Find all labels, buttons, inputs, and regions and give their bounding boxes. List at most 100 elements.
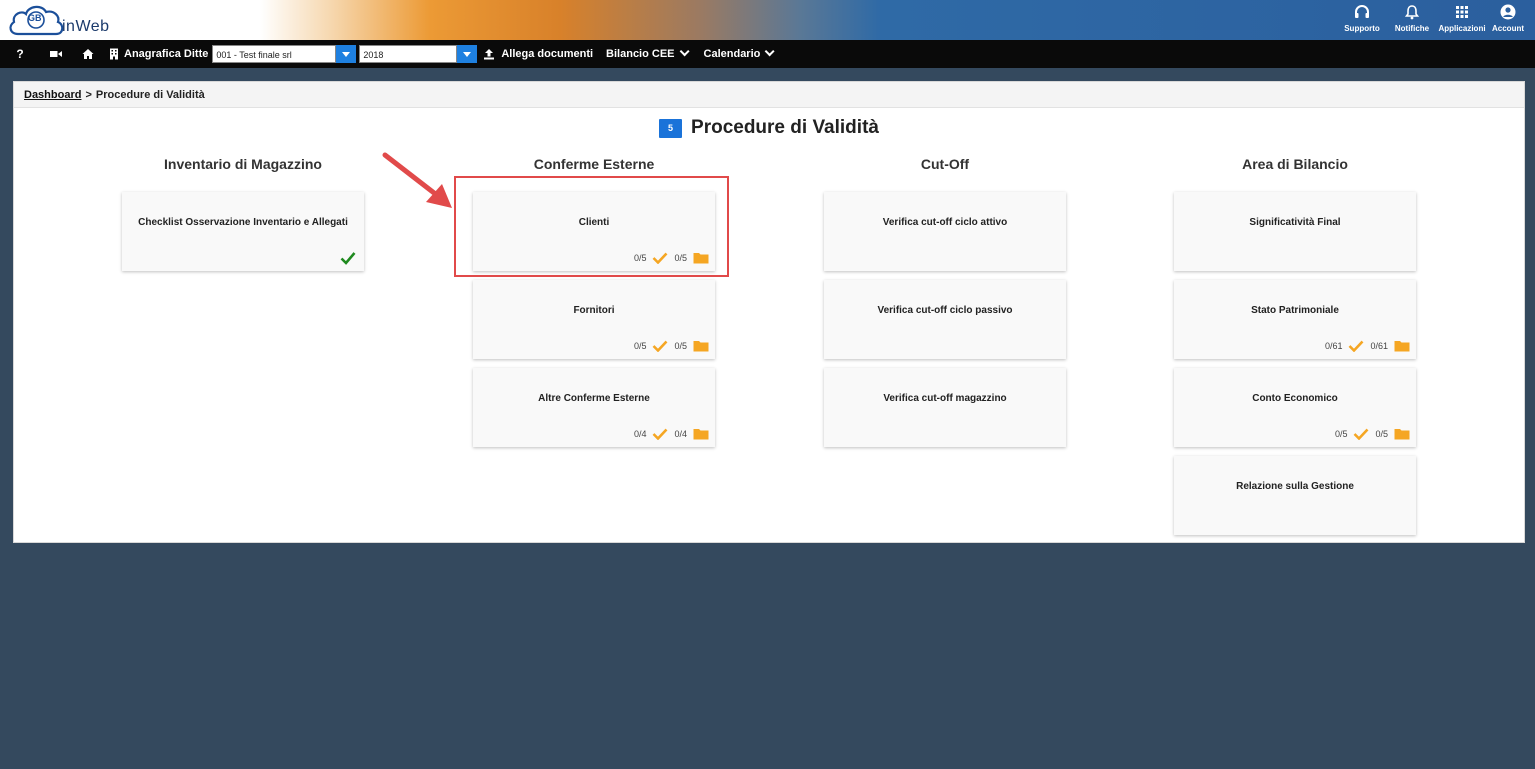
support-button[interactable]: Supporto [1337,4,1387,33]
logo-mark: GB [28,13,42,23]
card-relazione-gestione[interactable]: Relazione sulla Gestione [1174,456,1416,535]
card-title: Altre Conferme Esterne [538,393,650,404]
bilancio-cee-label: Bilancio CEE [606,48,675,60]
card-clienti[interactable]: Clienti 0/5 0/5 [473,192,715,271]
check-icon [1349,340,1364,352]
navbar: ? Anagrafica Ditte 001 - Test finale srl… [0,40,1535,68]
bilancio-cee-menu[interactable]: Bilancio CEE [606,46,690,60]
check-icon [653,428,668,440]
card-title: Relazione sulla Gestione [1236,481,1354,492]
building-icon [104,40,124,68]
check-icon [1354,428,1369,440]
chevron-down-icon [679,46,690,57]
done-count: 0/5 [633,341,647,351]
year-select[interactable]: 2018 [359,45,478,63]
upload-icon [477,40,501,68]
card-conto-economico[interactable]: Conto Economico 0/5 0/5 [1174,368,1416,447]
anagrafica-ditte-link[interactable]: Anagrafica Ditte [124,48,208,60]
complete-check-icon [340,252,356,265]
column-title: Conferme Esterne [533,156,655,172]
done-count: 0/61 [1324,341,1343,351]
company-select[interactable]: 001 - Test finale srl [212,45,357,63]
video-button[interactable] [40,40,72,68]
help-label: ? [16,47,24,61]
card-checklist-inventario[interactable]: Checklist Osservazione Inventario e Alle… [122,192,364,271]
card-stats: 0/61 0/61 [1325,340,1410,352]
done-count: 0/4 [633,429,647,439]
card-title: Stato Patrimoniale [1251,305,1339,316]
procedure-count-badge: 5 [659,118,683,138]
done-count: 0/5 [633,253,647,263]
video-camera-icon [50,51,62,57]
card-altre-conferme[interactable]: Altre Conferme Esterne 0/4 0/4 [473,368,715,447]
card-cutoff-attivo[interactable]: Verifica cut-off ciclo attivo [824,192,1066,271]
breadcrumb-dashboard-link[interactable]: Dashboard [24,89,81,101]
annotation-arrow-icon [382,152,452,208]
card-title: Conto Economico [1252,393,1338,404]
folder-icon [693,429,709,440]
card-cutoff-passivo[interactable]: Verifica cut-off ciclo passivo [824,280,1066,359]
notifications-label: Notifiche [1394,24,1430,33]
top-banner: GB inWeb Supporto Notifiche Applicazioni… [0,0,1535,40]
year-select-value: 2018 [359,45,458,63]
files-count: 0/61 [1370,341,1388,351]
card-title: Verifica cut-off magazzino [883,393,1007,404]
notifications-button[interactable]: Notifiche [1387,4,1437,33]
column-title: Area di Bilancio [1242,156,1348,172]
calendario-menu[interactable]: Calendario [704,46,775,60]
company-select-value: 001 - Test finale srl [212,45,337,63]
top-actions: Supporto Notifiche Applicazioni Account [1337,4,1529,33]
column-conferme-esterne: Conferme Esterne Clienti 0/5 0/5 Fornito… [473,156,715,456]
column-area-bilancio: Area di Bilancio Significatività Final S… [1174,156,1416,544]
help-button[interactable]: ? [0,40,40,68]
main-panel: Dashboard > Procedure di Validità 5 Proc… [13,81,1525,543]
card-title: Clienti [578,217,610,228]
card-significativita[interactable]: Significatività Final [1174,192,1416,271]
done-count: 0/5 [1334,429,1348,439]
card-stats: 0/5 0/5 [1335,428,1410,440]
headset-icon [1355,5,1369,18]
check-icon [653,340,668,352]
bell-icon [1404,5,1420,20]
folder-icon [693,341,709,352]
chevron-down-icon [765,46,775,57]
user-circle-icon [1500,4,1516,20]
card-title: Checklist Osservazione Inventario e Alle… [138,217,348,228]
column-title: Cut-Off [920,156,970,172]
card-stats: 0/4 0/4 [634,428,709,440]
card-stats: 0/5 0/5 [634,340,709,352]
chevron-down-icon[interactable] [336,45,357,63]
folder-icon [693,253,709,264]
breadcrumb-separator: > [85,88,92,101]
account-label: Account [1492,24,1524,33]
card-stato-patrimoniale[interactable]: Stato Patrimoniale 0/61 0/61 [1174,280,1416,359]
applications-label: Applicazioni [1438,24,1486,33]
card-title: Significatività Final [1249,217,1341,228]
allega-documenti-link[interactable]: Allega documenti [501,48,593,60]
breadcrumb: Dashboard > Procedure di Validità [14,82,1524,108]
column-cut-off: Cut-Off Verifica cut-off ciclo attivo Ve… [824,156,1066,456]
grid-icon [1456,6,1468,18]
chevron-down-icon[interactable] [457,45,478,63]
card-title: Fornitori [573,305,615,316]
account-button[interactable]: Account [1487,4,1529,33]
card-title: Verifica cut-off ciclo attivo [882,217,1008,228]
folder-icon [1394,341,1410,352]
home-button[interactable] [72,40,104,68]
files-count: 0/5 [1375,429,1388,439]
files-count: 0/4 [674,429,687,439]
page-title: 5 Procedure di Validità [14,117,1524,139]
card-cutoff-magazzino[interactable]: Verifica cut-off magazzino [824,368,1066,447]
card-fornitori[interactable]: Fornitori 0/5 0/5 [473,280,715,359]
support-label: Supporto [1344,24,1380,33]
folder-icon [1394,429,1410,440]
page-title-text: Procedure di Validità [691,117,879,138]
card-title: Verifica cut-off ciclo passivo [877,305,1013,316]
home-icon [82,49,94,59]
column-title: Inventario di Magazzino [164,156,322,172]
check-icon [653,252,668,264]
app-logo[interactable]: GB inWeb [8,2,128,38]
applications-button[interactable]: Applicazioni [1437,4,1487,33]
files-count: 0/5 [674,253,687,263]
breadcrumb-current: Procedure di Validità [95,88,205,101]
